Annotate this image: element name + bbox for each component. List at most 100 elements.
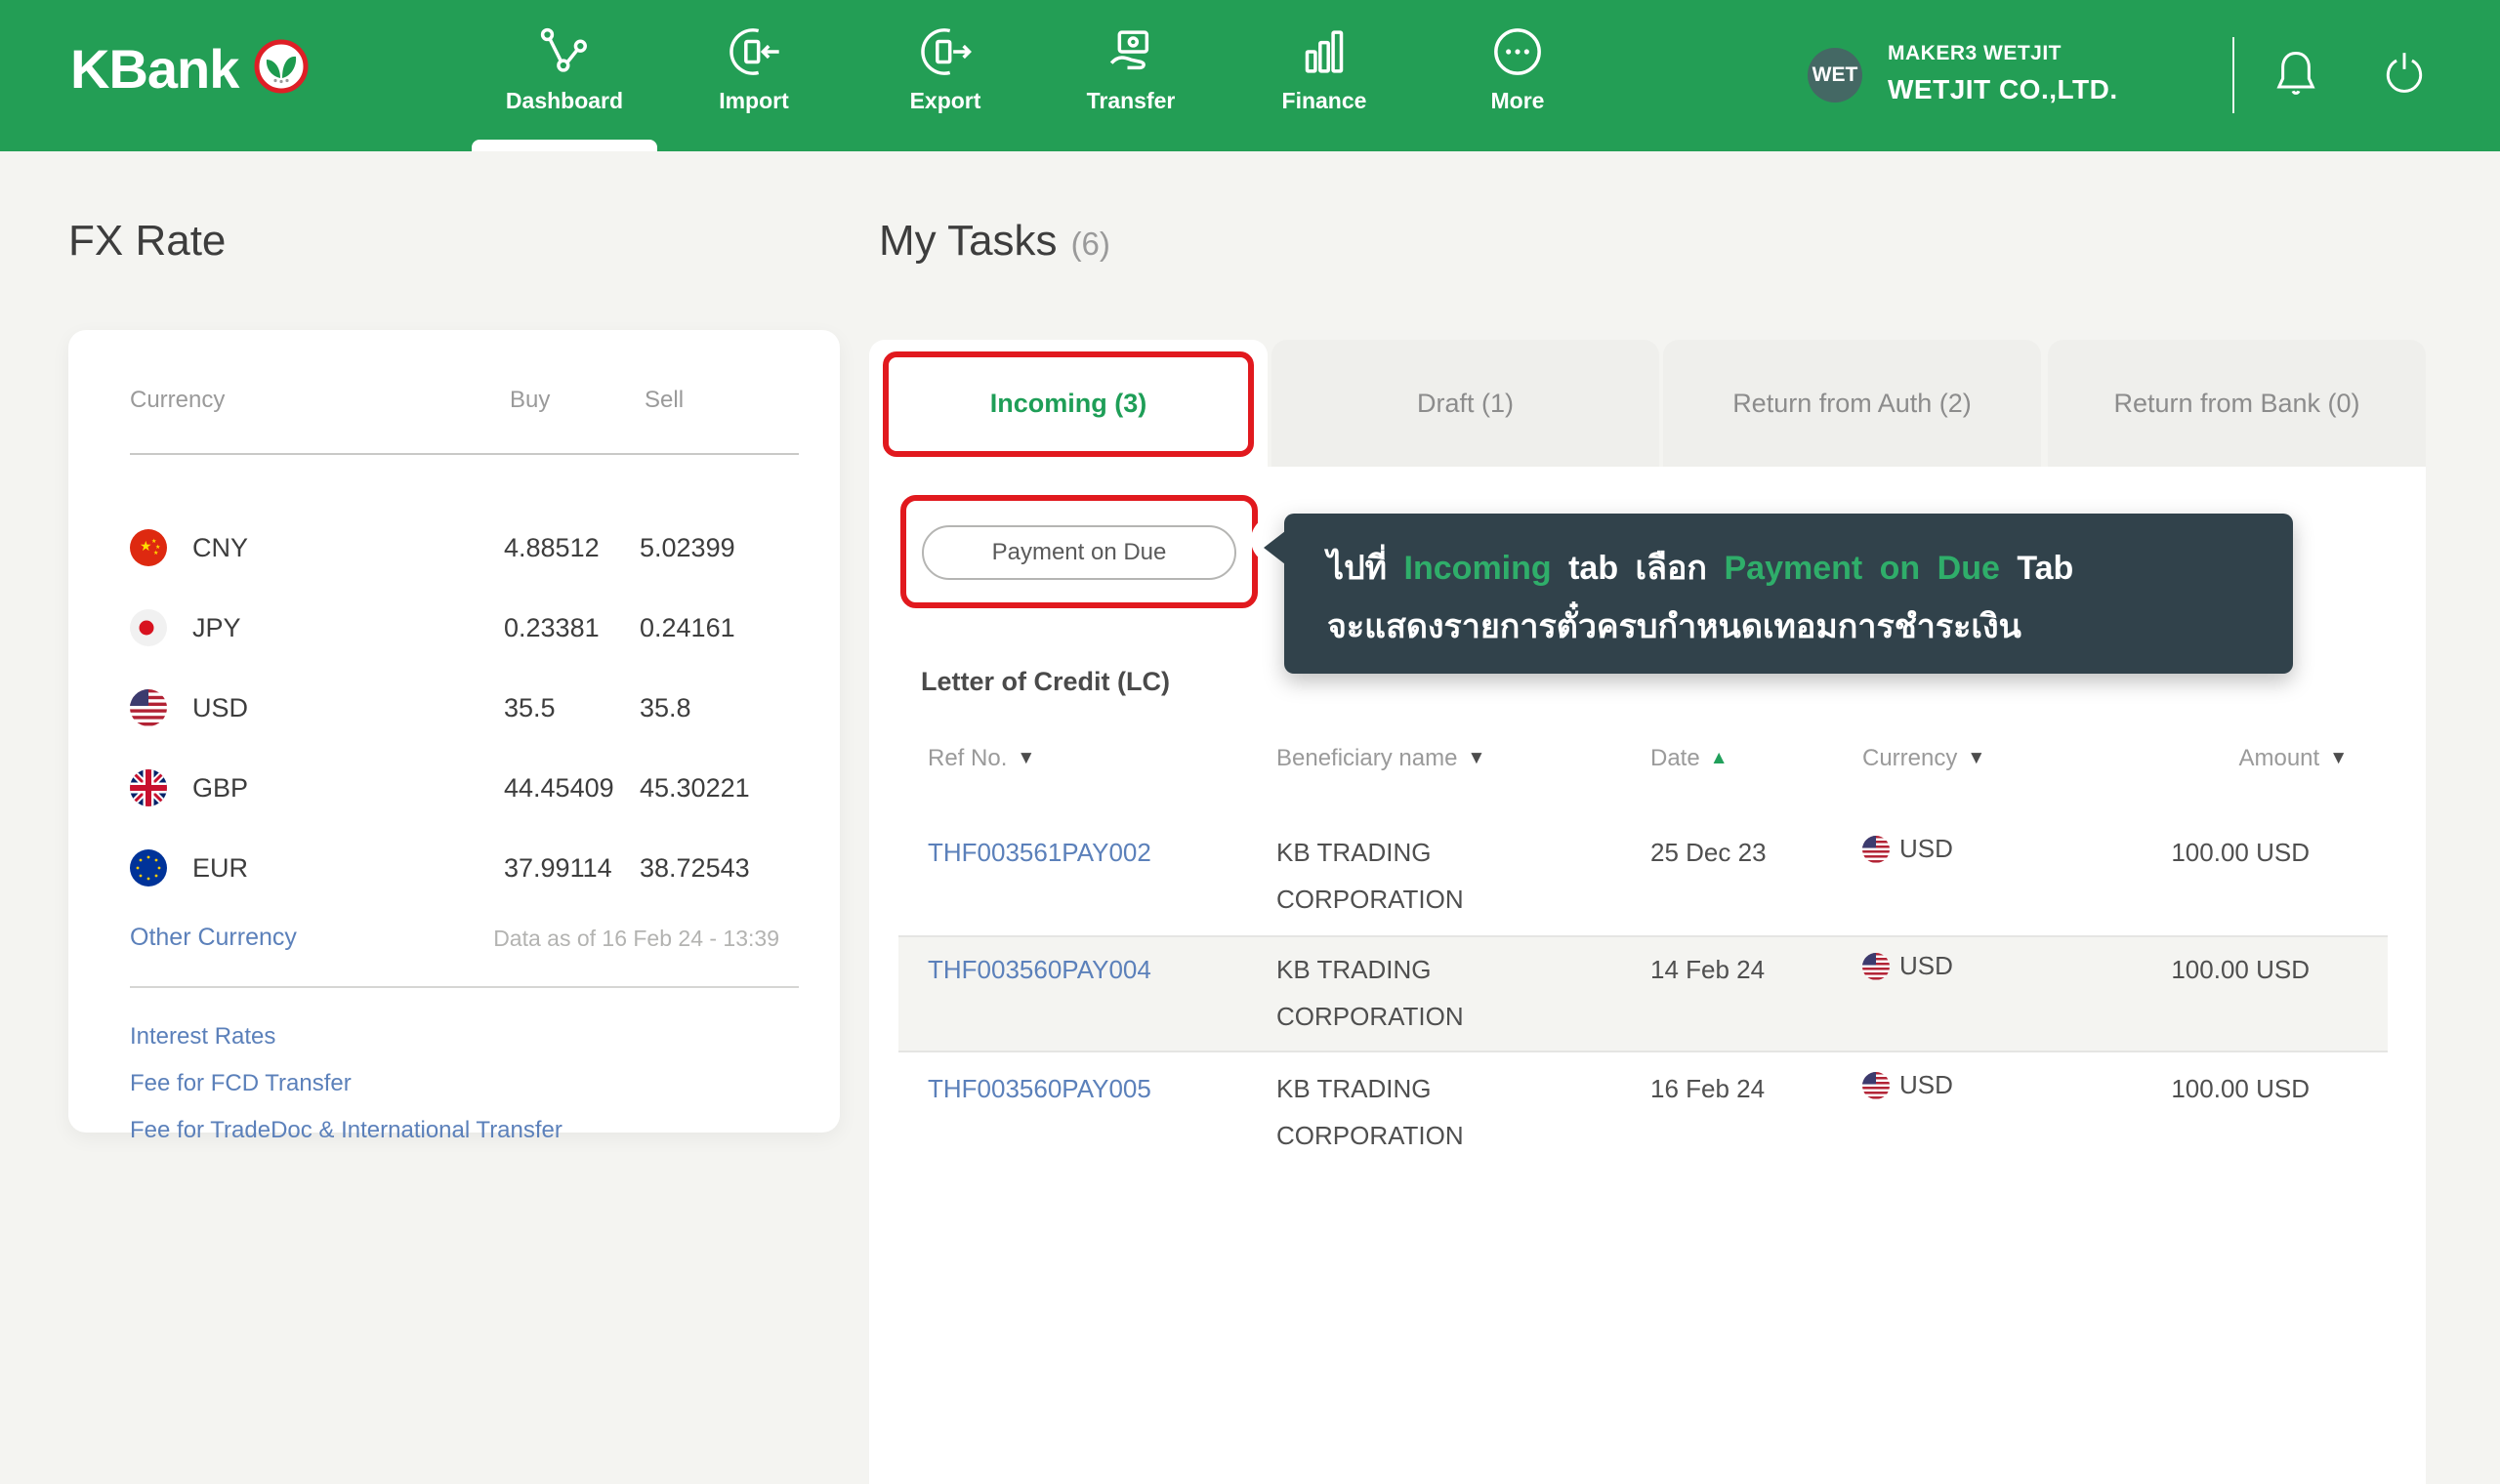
tooltip-arrow-icon [1264,531,1285,564]
fx-buy: 0.23381 [504,613,600,642]
tooltip-text-3: Tab [2017,550,2074,587]
tab-incoming-label: Incoming (3) [989,388,1147,418]
lc-table-row[interactable]: THF003560PAY004 KB TRADING CORPORATION 1… [898,935,2388,1052]
svg-text:★: ★ [140,538,152,554]
fx-footer-divider [130,986,799,988]
usd-flag-icon [1862,835,1890,863]
fx-sell: 45.30221 [640,773,750,803]
lc-currency-code: USD [1899,951,1953,980]
fx-code: EUR [192,853,249,883]
finance-icon [1241,23,1407,80]
more-icon [1435,23,1601,80]
my-tasks-title-text: My Tasks [879,217,1058,265]
tab-draft-label: Draft (1) [1416,388,1514,418]
sort-asc-icon: ▲ [1709,748,1729,768]
lc-col-currency-label: Currency [1862,745,1958,771]
lc-table-row[interactable]: THF003561PAY002 KB TRADING CORPORATION 2… [898,820,2388,937]
nav-label-transfer: Transfer [1086,88,1176,113]
tooltip-text-incoming: Incoming [1403,550,1552,587]
svg-text:★: ★ [151,538,156,545]
export-icon [862,23,1028,80]
fx-col-currency: Currency [130,387,226,413]
sort-desc-icon: ▼ [1467,748,1486,768]
tasks-panel: Payment on Due ไปที่ Incoming tab เลือก … [869,467,2426,1484]
tooltip-text-1: ไปที่ [1327,550,1388,587]
fx-data-as-of: Data as of 16 Feb 24 - 13:39 [493,926,779,951]
lc-ref-link[interactable]: THF003561PAY002 [928,838,1151,868]
lc-col-date-label: Date [1650,745,1700,771]
fx-sell: 38.72543 [640,853,750,883]
nav-item-transfer[interactable]: Transfer [1048,23,1214,114]
lc-date: 25 Dec 23 [1650,838,1767,867]
tooltip-text-payment-on-due: Payment on Due [1724,550,2000,587]
svg-text:★: ★ [155,544,160,551]
tab-draft[interactable]: Draft (1) [1271,340,1659,467]
nav-item-finance[interactable]: Finance [1241,23,1407,114]
nav-item-import[interactable]: Import [671,23,837,114]
payment-on-due-button[interactable]: Payment on Due [922,525,1236,580]
lc-amount: 100.00 USD [2171,955,2310,984]
nav-label-more: More [1490,88,1545,113]
interest-rates-link[interactable]: Interest Rates [130,1023,275,1051]
fee-fcd-transfer-link[interactable]: Fee for FCD Transfer [130,1070,352,1097]
usd-flag-icon [130,689,167,731]
logout-power-icon[interactable] [2380,46,2429,105]
lc-col-ref[interactable]: Ref No. ▼ [928,745,1035,772]
active-nav-indicator [472,140,657,151]
lc-date: 14 Feb 24 [1650,955,1766,984]
fx-row-cny: ★ ★ ★ ★ CNY 4.88512 5.02399 [68,508,840,588]
usd-flag-icon [1862,1071,1890,1099]
import-icon [671,23,837,80]
tab-return-from-bank[interactable]: Return from Bank (0) [2048,340,2426,467]
fx-rate-card: Currency Buy Sell ★ ★ ★ ★ CNY 4.88512 5.… [68,330,840,1143]
fx-buy: 35.5 [504,693,556,722]
coachmark-tooltip: ไปที่ Incoming tab เลือก Payment on Due … [1264,514,2293,674]
fx-col-sell: Sell [645,387,685,413]
fx-buy: 37.99114 [504,853,612,883]
svg-text:★: ★ [153,550,158,556]
lc-ref-link[interactable]: THF003560PAY004 [928,955,1151,985]
nav-item-more[interactable]: More [1435,23,1601,114]
user-avatar[interactable]: WET [1808,48,1862,103]
fx-buy: 44.45409 [504,773,614,803]
sort-desc-icon: ▼ [1967,748,1986,768]
fx-code: GBP [192,773,249,803]
nav-item-export[interactable]: Export [862,23,1028,114]
other-currency-link[interactable]: Other Currency [130,924,297,952]
lc-beneficiary-line1: KB TRADING [1276,955,1432,984]
lc-beneficiary-line2: CORPORATION [1276,1002,1464,1031]
tab-incoming[interactable]: Incoming (3) [869,340,1268,467]
fx-sell: 0.24161 [640,613,735,642]
fx-code: CNY [192,533,249,562]
lc-col-beneficiary-label: Beneficiary name [1276,745,1458,771]
my-tasks-title: My Tasks (6) [879,217,1110,266]
kbank-logo: KBank [70,37,309,101]
top-navbar: KBank Dashboard Import Export Transfer F… [0,0,2500,151]
nav-item-dashboard[interactable]: Dashboard [481,23,647,114]
notifications-bell-icon[interactable] [2271,46,2321,105]
lc-table-row[interactable]: THF003560PAY005 KB TRADING CORPORATION 1… [898,1056,2388,1174]
lc-beneficiary-line1: KB TRADING [1276,1074,1432,1103]
lc-col-amount[interactable]: Amount ▼ [2238,745,2348,772]
jpy-flag-icon [130,609,167,651]
tab-return-from-auth[interactable]: Return from Auth (2) [1663,340,2041,467]
navbar-divider [2232,37,2234,113]
fx-sell: 5.02399 [640,533,735,562]
lc-col-date[interactable]: Date ▲ [1650,745,1729,772]
lc-col-currency[interactable]: Currency ▼ [1862,745,1985,772]
kbank-flower-icon [254,39,309,99]
fx-buy: 4.88512 [504,533,600,562]
lc-col-beneficiary[interactable]: Beneficiary name ▼ [1276,745,1485,772]
cny-flag-icon: ★ ★ ★ ★ [130,529,167,571]
lc-beneficiary-line2: CORPORATION [1276,1121,1464,1150]
payment-on-due-highlight: Payment on Due [900,495,1258,608]
fx-code: USD [192,693,249,722]
lc-date: 16 Feb 24 [1650,1074,1766,1103]
nav-label-import: Import [719,88,789,113]
tab-return-auth-label: Return from Auth (2) [1732,388,1972,418]
lc-ref-link[interactable]: THF003560PAY005 [928,1074,1151,1104]
gbp-flag-icon [130,769,167,811]
tooltip-line1: ไปที่ Incoming tab เลือก Payment on Due … [1327,541,2073,594]
fee-tradedoc-link[interactable]: Fee for TradeDoc & International Transfe… [130,1117,562,1144]
lc-amount: 100.00 USD [2171,1074,2310,1103]
